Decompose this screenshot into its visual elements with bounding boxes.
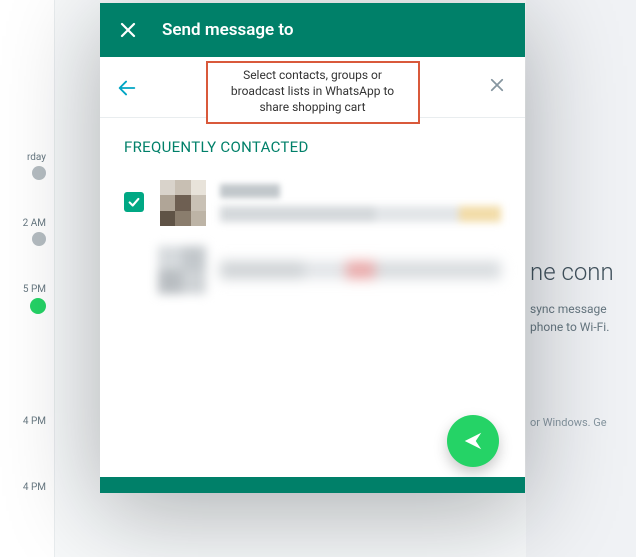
- send-message-modal: Send message to Select contacts, groups …: [100, 3, 525, 493]
- bg-time: 4 PM: [23, 482, 46, 493]
- bg-time: rday: [27, 152, 46, 180]
- bg-right-title: ne conn: [530, 258, 636, 286]
- background-right-panel: ne conn sync message phone to Wi-Fi. or …: [526, 0, 636, 557]
- send-icon: [462, 430, 484, 452]
- contact-avatar: [160, 180, 206, 226]
- modal-header: Send message to: [100, 3, 525, 57]
- contact-avatar: [158, 246, 206, 294]
- bg-time: 5 PM: [23, 284, 46, 314]
- modal-footer-bar: [100, 477, 525, 493]
- section-frequently-contacted: FREQUENTLY CONTACTED: [100, 118, 525, 170]
- contact-name-redacted: [220, 184, 280, 198]
- contact-status-redacted: [220, 206, 501, 222]
- contact-name-redacted: [220, 261, 501, 279]
- contact-lines: [220, 184, 501, 222]
- bg-right-hint: or Windows. Ge: [530, 416, 636, 429]
- contact-row[interactable]: [100, 236, 525, 304]
- instruction-callout: Select contacts, groups or broadcast lis…: [206, 61, 420, 124]
- bg-time: 4 PM: [23, 416, 46, 427]
- modal-title: Send message to: [162, 20, 294, 40]
- bg-time: 2 AM: [23, 218, 46, 246]
- callout-close-icon[interactable]: [489, 77, 505, 93]
- background-sidebar-left: rday 2 AM 5 PM 4 PM 4 PM: [0, 0, 55, 557]
- close-icon[interactable]: [118, 20, 138, 40]
- callout-text: Select contacts, groups or broadcast lis…: [231, 68, 394, 114]
- callout-row: Select contacts, groups or broadcast lis…: [100, 57, 525, 117]
- contact-row[interactable]: [100, 170, 525, 236]
- contact-checkbox[interactable]: [124, 192, 146, 214]
- send-button[interactable]: [447, 415, 499, 467]
- contact-lines: [220, 261, 501, 279]
- bg-right-sub: sync message phone to Wi-Fi.: [530, 300, 636, 336]
- back-arrow-icon[interactable]: [116, 77, 138, 99]
- check-icon: [124, 192, 144, 212]
